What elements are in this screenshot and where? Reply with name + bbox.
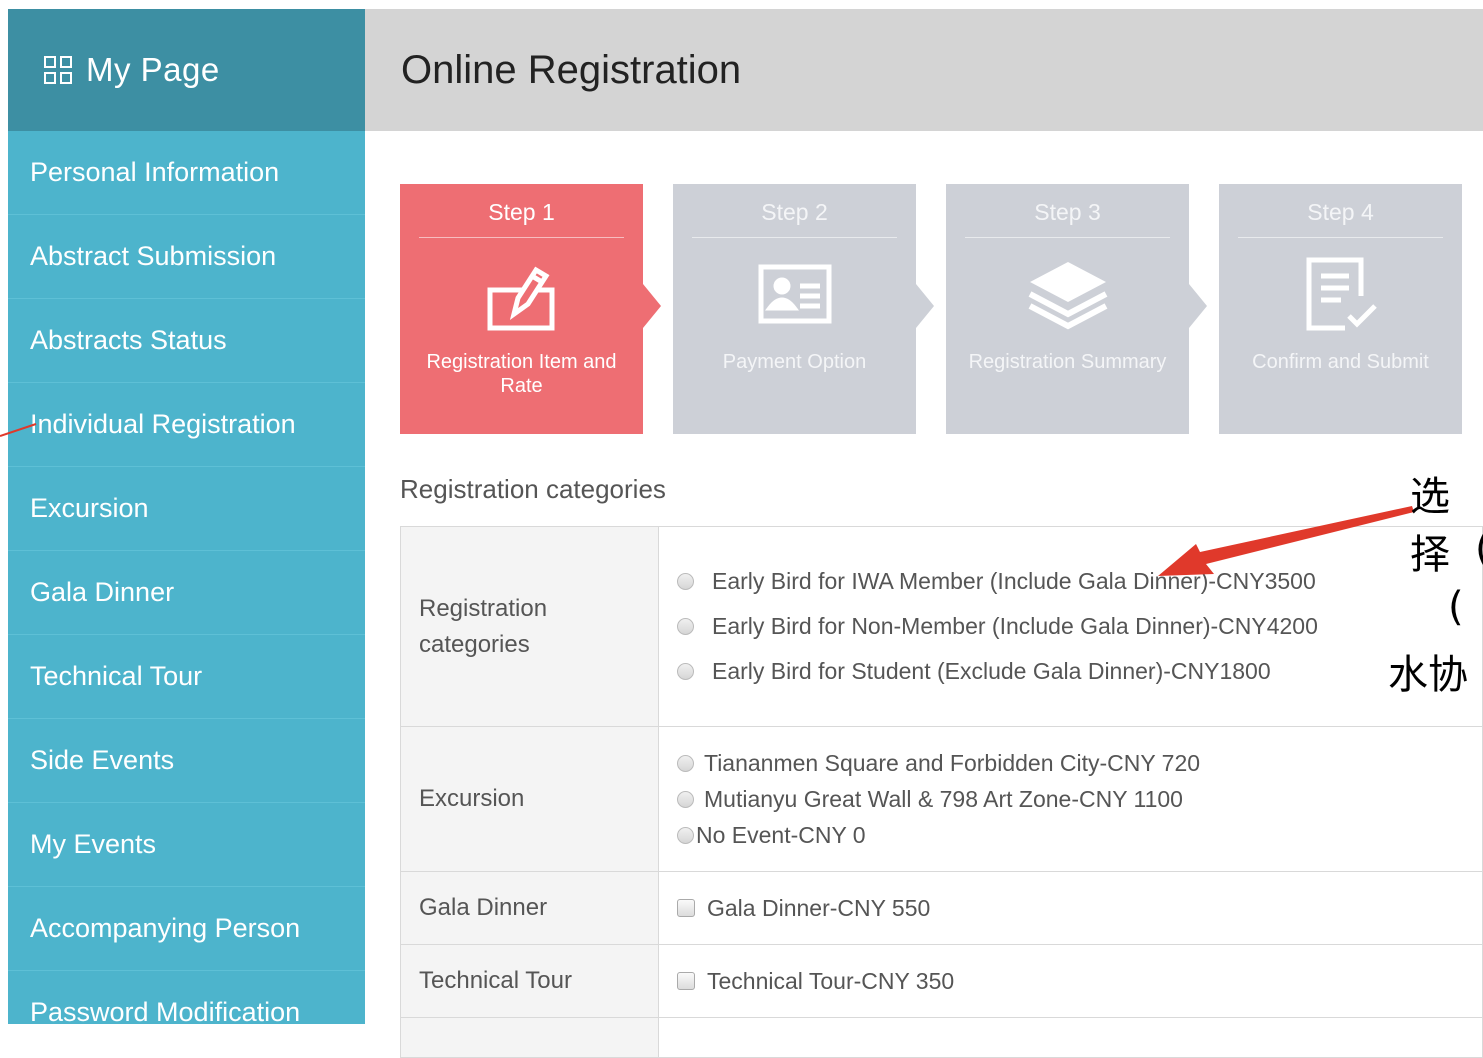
sidebar-item-side-events[interactable]: Side Events [8,719,365,803]
checklist-icon [1219,238,1462,350]
table-row-technical-tour: Technical Tour Technical Tour-CNY 350 [400,944,1483,1018]
step-caption: Registration Item and Rate [426,351,617,397]
step-3[interactable]: Step 3 Registration Summary [946,184,1207,434]
step-4[interactable]: Step 4 Confirm and Submit [1219,184,1462,434]
step-caption: Payment Option [722,351,867,373]
grid-icon [44,56,72,84]
table-row-gala-dinner: Gala Dinner Gala Dinner-CNY 550 [400,871,1483,945]
id-card-icon [673,238,916,350]
checkbox-option-technical-tour[interactable]: Technical Tour-CNY 350 [677,963,1481,999]
option-label: Technical Tour-CNY 350 [707,967,955,994]
registration-table: Registration categories Early Bird for I… [400,526,1483,1058]
page-title: Online Registration [401,47,742,92]
row-label: Excursion [400,726,659,872]
step-caption: Confirm and Submit [1252,351,1429,373]
radio-button[interactable] [677,573,694,590]
step-label: Step 2 [761,199,828,225]
sidebar-item-password-modification[interactable]: Password Modification [8,971,365,1024]
sidebar-title: My Page [86,51,220,88]
page-header: Online Registration [365,9,1483,131]
edit-form-icon [400,238,643,350]
sidebar-item-excursion[interactable]: Excursion [8,467,365,551]
sidebar-item-individual-registration[interactable]: Individual Registration [8,383,365,467]
radio-button[interactable] [677,826,694,844]
radio-option-tiananmen[interactable]: Tiananmen Square and Forbidden City-CNY … [677,745,1481,781]
sidebar-item-personal-information[interactable]: Personal Information [8,131,365,215]
radio-option-no-event[interactable]: No Event-CNY 0 [677,817,1481,853]
row-options: Tiananmen Square and Forbidden City-CNY … [658,726,1483,872]
radio-button[interactable] [677,618,694,635]
sidebar: My Page Personal Information Abstract Su… [8,9,365,1024]
radio-button[interactable] [677,790,694,808]
annotation-text-4: 水协 [1388,652,1468,698]
radio-option-student[interactable]: Early Bird for Student (Exclude Gala Din… [677,649,1481,694]
sidebar-header[interactable]: My Page [8,9,365,131]
option-label: Early Bird for Student (Exclude Gala Din… [712,658,1271,684]
sidebar-item-accompanying-person[interactable]: Accompanying Person [8,887,365,971]
sidebar-item-my-events[interactable]: My Events [8,803,365,887]
row-options: Gala Dinner-CNY 550 [658,871,1483,945]
radio-button[interactable] [677,663,694,680]
row-label: Gala Dinner [400,871,659,945]
annotation-text-3: ( [1448,584,1464,630]
layers-icon [946,238,1189,350]
step-label: Step 3 [1034,199,1101,225]
step-label: Step 1 [488,199,555,225]
radio-option-non-member[interactable]: Early Bird for Non-Member (Include Gala … [677,604,1481,649]
step-2[interactable]: Step 2 Payment Option [673,184,934,434]
sidebar-item-abstracts-status[interactable]: Abstracts Status [8,299,365,383]
table-row-excursion: Excursion Tiananmen Square and Forbidden… [400,726,1483,872]
row-label: Technical Tour [400,944,659,1018]
option-label: Mutianyu Great Wall & 798 Art Zone-CNY 1… [704,785,1183,812]
option-label: Gala Dinner-CNY 550 [707,894,931,921]
step-1[interactable]: Step 1 Registration Item and Rate [400,184,661,434]
option-label: Early Bird for Non-Member (Include Gala … [712,613,1318,639]
annotation-text-2: ( [1475,526,1483,572]
annotation-text-1: 选择 [1410,474,1450,578]
section-title: Registration categories [400,474,666,504]
sidebar-item-technical-tour[interactable]: Technical Tour [8,635,365,719]
option-label: No Event-CNY 0 [696,821,866,848]
sidebar-item-gala-dinner[interactable]: Gala Dinner [8,551,365,635]
row-label: Registration categories [400,526,659,727]
step-label: Step 4 [1307,199,1374,225]
sidebar-item-abstract-submission[interactable]: Abstract Submission [8,215,365,299]
checkbox[interactable] [677,899,695,917]
checkbox[interactable] [677,972,695,990]
annotation-line-left [0,423,37,437]
row-options: Technical Tour-CNY 350 [658,944,1483,1018]
radio-option-great-wall[interactable]: Mutianyu Great Wall & 798 Art Zone-CNY 1… [677,781,1481,817]
radio-button[interactable] [677,754,694,772]
option-label: Tiananmen Square and Forbidden City-CNY … [704,749,1201,776]
checkbox-option-gala-dinner[interactable]: Gala Dinner-CNY 550 [677,890,1481,926]
step-caption: Registration Summary [968,351,1167,373]
annotation-arrow [1158,506,1414,576]
